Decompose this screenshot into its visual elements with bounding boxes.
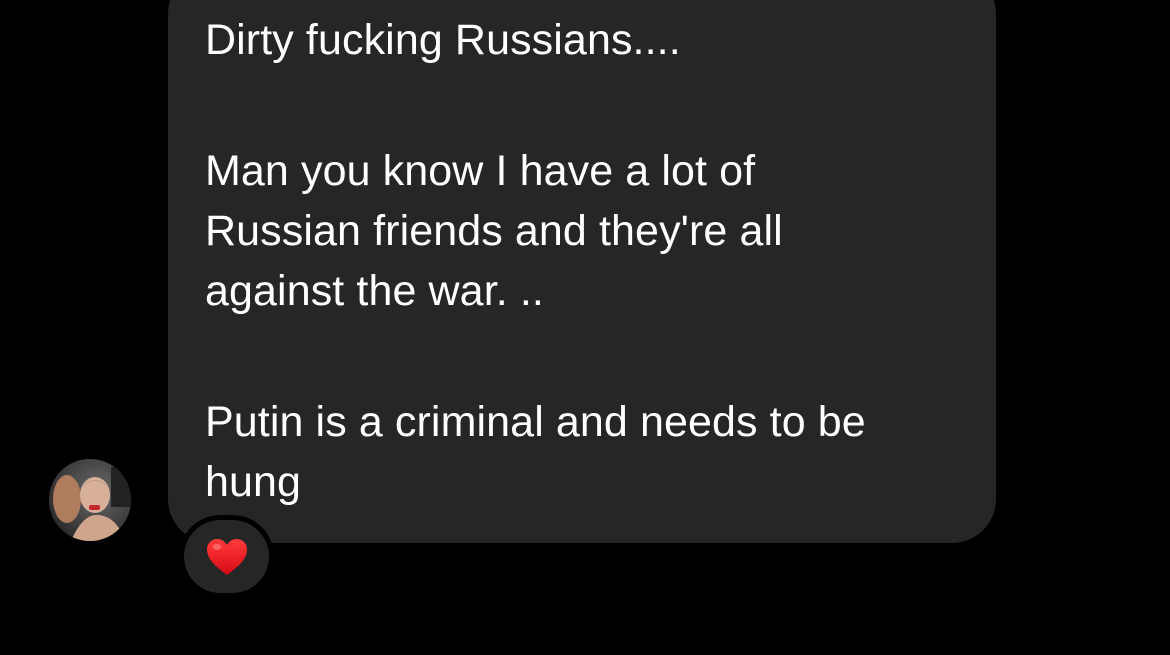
message-paragraph-3: Putin is a criminal and needs to be hung — [205, 398, 866, 506]
message-bubble[interactable]: Dirty fucking Russians.... Man you know … — [168, 0, 996, 543]
avatar-photo-icon — [49, 459, 131, 541]
message-thread: Dirty fucking Russians.... Man you know … — [0, 0, 1170, 655]
red-heart-icon — [206, 538, 247, 575]
reaction-badge[interactable] — [179, 515, 274, 598]
message-paragraph-1: Dirty fucking Russians.... — [205, 16, 681, 64]
reaction-badge-inner — [184, 520, 269, 593]
message-paragraph-2: Man you know I have a lot of Russian fri… — [205, 147, 783, 315]
sender-avatar[interactable] — [49, 459, 131, 541]
